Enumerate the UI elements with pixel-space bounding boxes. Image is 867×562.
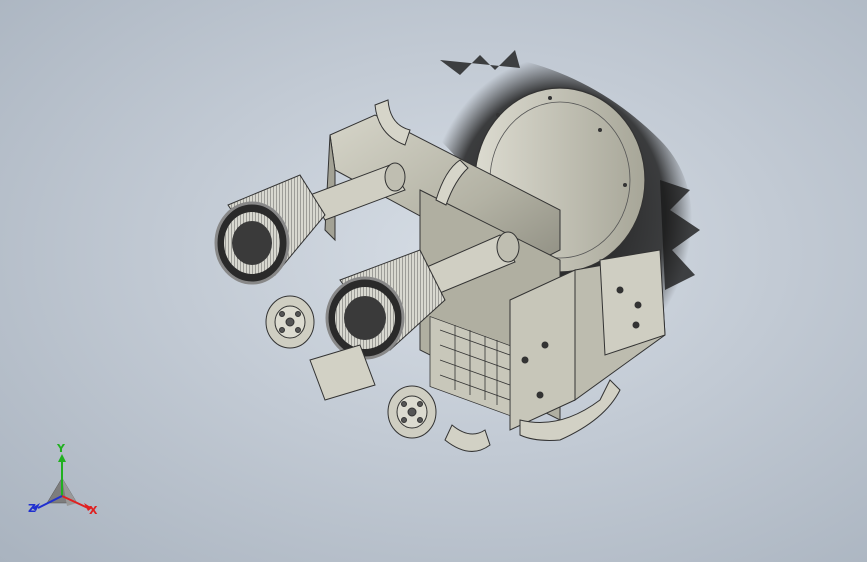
pulley-upper bbox=[265, 295, 315, 349]
air-filter-rear bbox=[214, 174, 326, 285]
coordinate-triad: Y X Z bbox=[22, 442, 112, 528]
triad-z-label: Z bbox=[28, 502, 36, 515]
triad-x-label: X bbox=[89, 504, 98, 517]
engine-model[interactable] bbox=[0, 0, 867, 562]
triad-y-label: Y bbox=[57, 442, 65, 455]
graphics-viewport[interactable]: Y X Z bbox=[0, 0, 867, 562]
triad-icon bbox=[32, 454, 92, 511]
pulley-lower bbox=[387, 385, 437, 439]
